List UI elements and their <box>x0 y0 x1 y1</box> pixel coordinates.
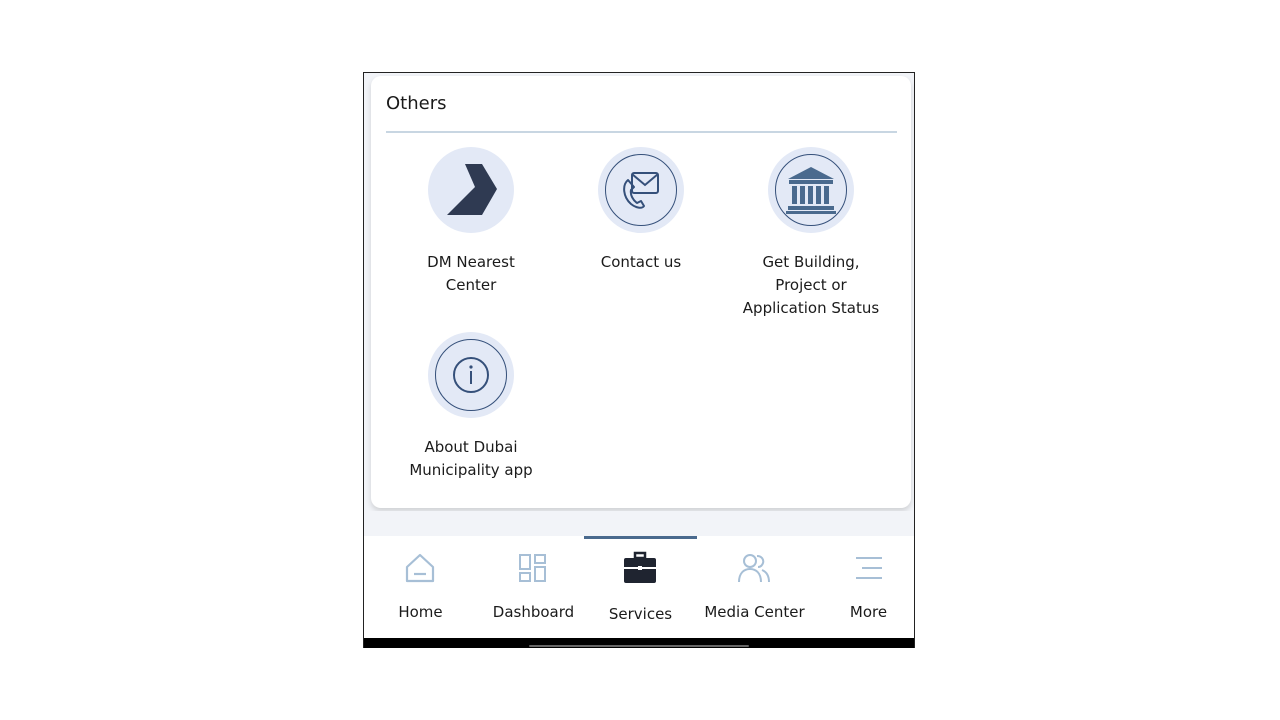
tile-building-status[interactable]: Get Building, Project or Application Sta… <box>726 147 896 320</box>
system-home-bar <box>364 638 914 648</box>
section-title: Others <box>386 93 447 114</box>
tab-more[interactable]: More <box>812 536 914 638</box>
people-icon <box>738 554 770 583</box>
tile-icon-circle <box>598 147 684 233</box>
tile-label: Contact us <box>600 253 682 271</box>
tile-label: DM Nearest Center <box>427 253 515 294</box>
tab-media-center[interactable]: Media Center <box>698 536 811 638</box>
tab-label: More <box>849 603 888 621</box>
tab-label: Dashboard <box>492 603 575 621</box>
tile-label: About Dubai Municipality app <box>409 438 533 479</box>
tile-icon-circle <box>428 332 514 418</box>
info-icon <box>453 357 489 393</box>
tab-label: Media Center <box>704 603 805 621</box>
section-divider <box>386 131 897 133</box>
tile-label: Get Building, Project or Application Sta… <box>742 253 880 317</box>
tile-about-app[interactable]: About Dubai Municipality app <box>386 332 556 482</box>
government-building-icon <box>786 167 836 214</box>
tab-dashboard[interactable]: Dashboard <box>477 536 590 638</box>
tile-contact-us[interactable]: Contact us <box>556 147 726 274</box>
tile-dm-nearest-center[interactable]: DM Nearest Center <box>386 147 556 297</box>
tile-icon-circle <box>768 147 854 233</box>
menu-icon <box>856 557 882 579</box>
active-tab-indicator <box>584 536 697 539</box>
tab-label: Services <box>608 605 673 623</box>
tile-icon-circle <box>428 147 514 233</box>
contact-mail-phone-icon <box>623 172 659 209</box>
bottom-tab-bar: Home Dashboard Services Media Center Mor… <box>364 536 914 638</box>
home-icon <box>405 553 435 583</box>
dm-logo-icon <box>447 164 497 215</box>
phone-screen: Others DM Nearest Center Contact us Get … <box>363 72 915 648</box>
home-indicator[interactable] <box>529 645 749 647</box>
content-spacer <box>364 511 914 536</box>
dashboard-icon <box>519 554 546 582</box>
tab-label: Home <box>398 603 443 621</box>
tab-services[interactable]: Services <box>584 536 697 638</box>
others-card: Others DM Nearest Center Contact us Get … <box>371 76 911 508</box>
tab-home[interactable]: Home <box>364 536 477 638</box>
briefcase-icon <box>624 551 656 583</box>
